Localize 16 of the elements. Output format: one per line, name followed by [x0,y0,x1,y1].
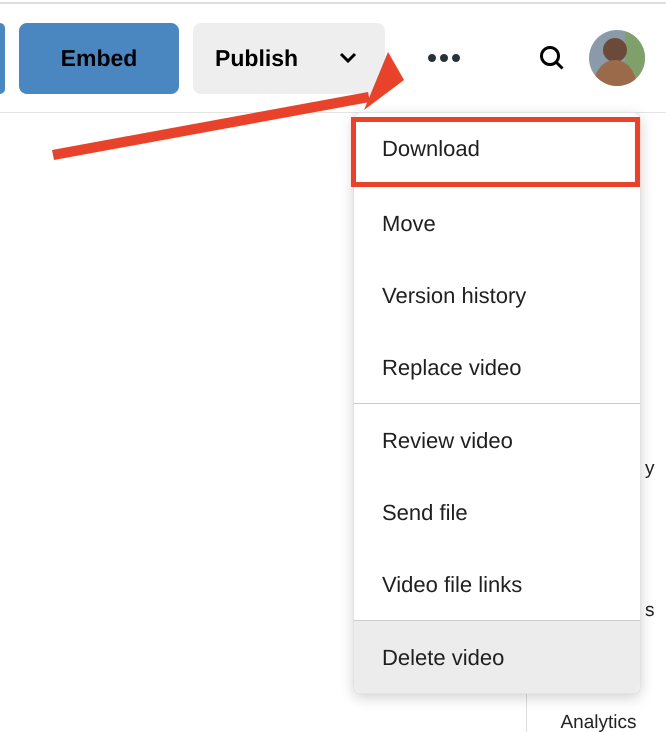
menu-item[interactable]: Video file links [354,548,640,620]
publish-button[interactable]: Publish [193,22,385,94]
panel-label: y [644,457,656,481]
menu-item[interactable]: Review video [354,404,640,476]
analytics-label: Analytics [559,711,638,732]
search-icon[interactable] [539,45,565,71]
menu-item[interactable]: Delete video [354,621,640,693]
menu-item[interactable]: Version history [354,259,640,331]
menu-item[interactable]: Send file [354,476,640,548]
partial-button[interactable] [0,22,5,94]
chevron-down-icon [339,52,357,64]
menu-item[interactable]: Move [354,187,640,259]
embed-button[interactable]: Embed [19,22,179,94]
menu-item[interactable]: Replace video [354,331,640,403]
panel-label: s [644,598,656,622]
more-icon[interactable] [427,53,461,63]
